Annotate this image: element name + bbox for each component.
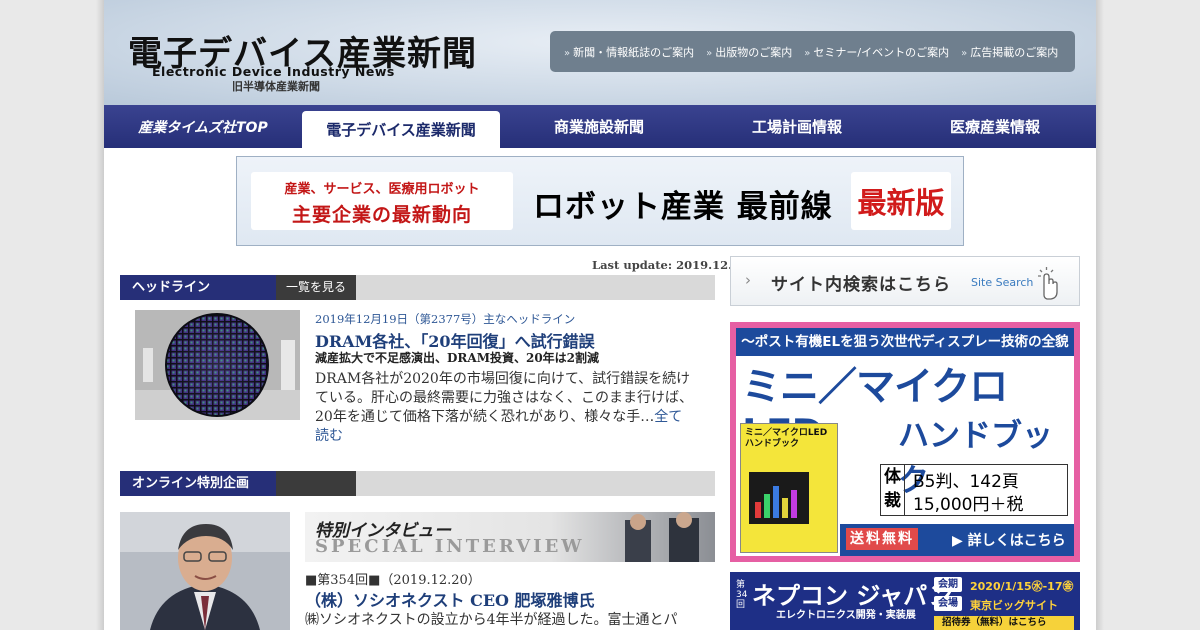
tab-medical-industry[interactable]: 医療産業情報 <box>896 105 1094 148</box>
led-ad-spec-price: 15,000円＋税 <box>913 495 1024 515</box>
online-section-label: オンライン特別企画 <box>120 471 276 496</box>
nepcon-ticket-link[interactable]: 招待券（無料）はこちら <box>934 616 1074 630</box>
led-ad-topline: ～ポスト有機ELを狙う次世代ディスプレー技術の全貌～ <box>736 328 1074 378</box>
view-all-button[interactable]: 一覧を見る <box>276 275 356 300</box>
tab-sangyo-times-top[interactable]: 産業タイムズ社TOP <box>104 105 302 148</box>
chevron-right-icon: » <box>706 47 713 59</box>
headline-section-header: ヘッドライン 一覧を見る <box>120 275 715 300</box>
led-ad-inner: ～ポスト有機ELを狙う次世代ディスプレー技術の全貌～ ミニ／マイクロLED ハン… <box>736 328 1074 556</box>
topnav-newspapers[interactable]: » 新聞・情報紙誌のご案内 <box>564 44 694 60</box>
topnav-seminars[interactable]: » セミナー/イベントのご案内 <box>804 44 949 60</box>
banner-title: ロボット産業 最前線 <box>533 189 833 225</box>
led-ad-details-link[interactable]: ▶ 詳しくはこちら <box>952 530 1066 550</box>
interview-title[interactable]: （株）ソシオネクスト CEO 肥塚雅博氏 <box>305 587 595 611</box>
wafer-photo[interactable] <box>135 310 300 420</box>
banner-left-box: 産業、サービス、医療用ロボット 主要企業の最新動向 <box>251 172 513 230</box>
led-ad-spec: 体裁 B5判、142頁 15,000円＋税 <box>880 464 1068 516</box>
tab-electronic-device[interactable]: 電子デバイス産業新聞 <box>302 111 500 148</box>
tab-factory-plans[interactable]: 工場計画情報 <box>698 105 896 148</box>
tab-commercial-facilities[interactable]: 商業施設新聞 <box>500 105 698 148</box>
chevron-right-icon: › <box>745 271 751 289</box>
nepcon-sub: エレクトロニクス開発・実装展 <box>776 610 916 621</box>
pointer-hand-icon <box>1038 267 1058 300</box>
article-body: DRAM各社が2020年の市場回復に向けて、試行錯誤を続けている。肝心の最終需要… <box>315 370 695 446</box>
article-meta[interactable]: 2019年12月19日（第2377号）主なヘッドライン <box>315 311 575 327</box>
article-body-text: DRAM各社が2020年の市場回復に向けて、試行錯誤を続けている。肝心の最終需要… <box>315 371 693 425</box>
online-section-header: オンライン特別企画 <box>120 471 715 496</box>
interview-body: ㈱ソシオネクストの設立から4年半が経過した。富士通とパ <box>305 612 678 628</box>
banner-new-badge: 最新版 <box>851 172 951 230</box>
chevron-right-icon: » <box>804 47 811 59</box>
banner-left-line1: 産業、サービス、医療用ロボット <box>284 182 480 197</box>
led-book-screen-image <box>749 472 809 524</box>
chevron-right-icon: » <box>564 47 571 59</box>
last-update: Last update: 2019.12.20 <box>592 258 749 272</box>
ceo-portrait-photo[interactable] <box>120 512 290 630</box>
topnav-advertising[interactable]: » 広告掲載のご案内 <box>961 44 1058 60</box>
top-nav: » 新聞・情報紙誌のご案内 » 出版物のご案内 » セミナー/イベントのご案内 » 広告… <box>550 31 1075 72</box>
site-search-label: サイト内検索はこちら <box>771 275 951 295</box>
led-handbook-ad[interactable]: ～ポスト有機ELを狙う次世代ディスプレー技術の全貌～ ミニ／マイクロLED ハン… <box>730 322 1080 562</box>
nepcon-date: 2020/1/15㊌-17㊎ <box>970 580 1074 593</box>
led-ad-spec-key: 体裁 <box>881 465 905 515</box>
nepcon-venue: 東京ビッグサイト <box>970 599 1058 612</box>
banner-left-line2: 主要企業の最新動向 <box>291 204 472 226</box>
main-tabs: 産業タイムズ社TOP 電子デバイス産業新聞 商業施設新聞 工場計画情報 医療産業… <box>104 105 1096 148</box>
interview-meta: ■第354回■（2019.12.20） <box>305 573 481 588</box>
nepcon-japan-ad[interactable]: 第34回 ネプコン ジャパン エレクトロニクス開発・実装展 会期 2020/1/… <box>730 572 1080 630</box>
page-shadow-left <box>96 0 104 630</box>
headline-section-label: ヘッドライン <box>120 275 276 300</box>
led-book-cover: ミニ／マイクロLED ハンドブック <box>740 423 838 553</box>
site-logo-subtitle: 旧半導体産業新聞 <box>232 80 320 93</box>
free-shipping-badge: 送料無料 <box>846 528 918 550</box>
chevron-right-icon: » <box>961 47 968 59</box>
led-ad-bottom-bar: 送料無料 ▶ 詳しくはこちら <box>840 524 1074 556</box>
interview-title-en: SPECIAL INTERVIEW <box>315 536 585 557</box>
site-header: 電子デバイス産業新聞 Electronic Device Industry Ne… <box>104 0 1096 105</box>
special-interview-banner[interactable]: 特別インタビュー SPECIAL INTERVIEW <box>305 512 715 562</box>
site-logo-english: Electronic Device Industry News <box>152 64 395 79</box>
site-search-box[interactable]: › サイト内検索はこちら Site Search <box>730 256 1080 306</box>
robot-industry-banner[interactable]: 産業、サービス、医療用ロボット 主要企業の最新動向 ロボット産業 最前線 最新版 <box>236 156 964 246</box>
page: 電子デバイス産業新聞 Electronic Device Industry Ne… <box>104 0 1096 630</box>
page-shadow-right <box>1096 0 1104 630</box>
nepcon-date-tag: 会期 <box>934 577 962 592</box>
nepcon-venue-tag: 会場 <box>934 596 962 611</box>
nepcon-session: 第34回 <box>736 580 748 610</box>
interview-people-image <box>625 512 699 562</box>
site-search-sub: Site Search <box>971 276 1034 289</box>
article-subtitle: 減産拡大で不足感演出、DRAM投資、20年は2割減 <box>315 351 600 365</box>
led-book-title: ミニ／マイクロLED ハンドブック <box>745 428 828 449</box>
online-section-tab <box>276 471 356 496</box>
topnav-publications[interactable]: » 出版物のご案内 <box>706 44 792 60</box>
led-ad-spec-format: B5判、142頁 <box>913 472 1019 492</box>
